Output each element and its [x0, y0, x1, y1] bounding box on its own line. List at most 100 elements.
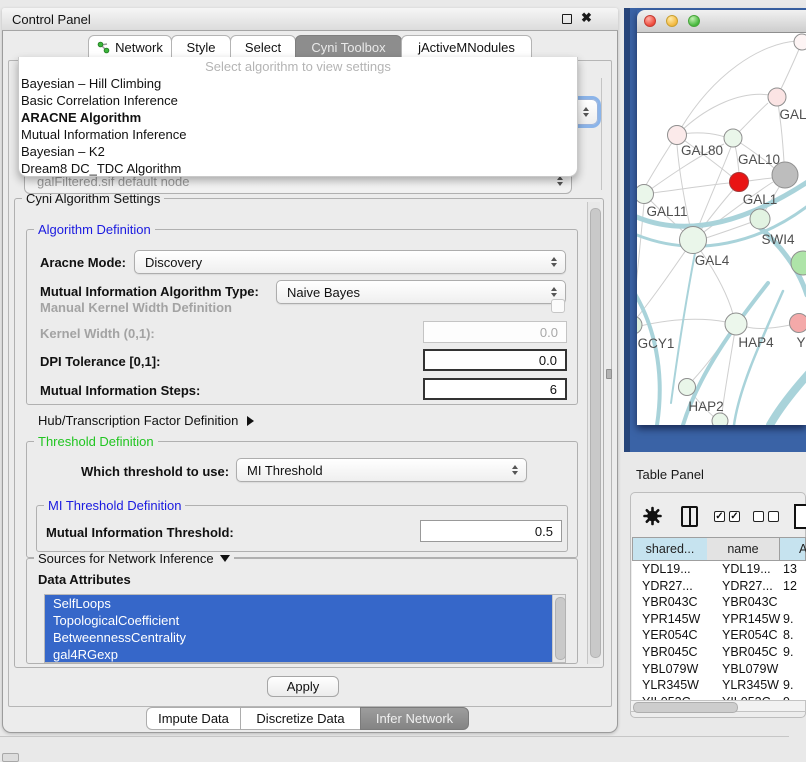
panel-splitter-handle[interactable]: [606, 369, 612, 379]
aracne-mode-label: Aracne Mode:: [40, 255, 126, 270]
data-attributes-list[interactable]: SelfLoops TopologicalCoefficient Between…: [44, 594, 566, 663]
mi-type-value: Naive Bayes: [287, 285, 360, 300]
mi-threshold-input[interactable]: 0.5: [420, 520, 562, 542]
kernel-width-input[interactable]: 0.0: [423, 321, 567, 343]
node-gcy1[interactable]: [637, 316, 642, 334]
apply-button[interactable]: Apply: [267, 676, 339, 697]
cell: 8.: [783, 628, 793, 642]
node-gal1[interactable]: [730, 173, 749, 192]
list-item[interactable]: TopologicalCoefficient: [45, 612, 558, 629]
attributes-scrollbar[interactable]: [552, 595, 565, 662]
node[interactable]: [712, 413, 728, 425]
unchecked-checkbox-icon[interactable]: [753, 511, 764, 522]
tab-infer-network[interactable]: Infer Network: [360, 707, 469, 730]
node-label: GAL11: [646, 204, 687, 219]
unchecked-checkbox-icon[interactable]: [768, 511, 779, 522]
document-icon[interactable]: [794, 504, 806, 529]
tab-cyni-toolbox[interactable]: Cyni Toolbox: [295, 35, 402, 59]
tab-discretize-data[interactable]: Discretize Data: [240, 707, 361, 730]
data-attributes-label: Data Attributes: [38, 572, 131, 587]
node-label: GAL1: [743, 192, 778, 207]
control-panel-titlebar[interactable]: [2, 8, 618, 31]
which-threshold-select[interactable]: MI Threshold: [236, 458, 527, 482]
table-row[interactable]: YPR145W YPR145W 9.: [632, 611, 806, 628]
mac-close-icon[interactable]: [644, 15, 656, 27]
column-header-partial[interactable]: A: [779, 537, 806, 561]
node-table[interactable]: YDL19... YDL19... 13 YDR27... YDR27... 1…: [632, 561, 806, 701]
mi-threshold-label: Mutual Information Threshold:: [46, 525, 234, 540]
column-header-shared[interactable]: shared...: [632, 537, 708, 561]
node-label: GAL80: [681, 143, 723, 158]
tab-jactivemnodules[interactable]: jActiveMNodules: [401, 35, 532, 59]
mac-minimize-icon[interactable]: [666, 15, 678, 27]
attributes-scrollbar-thumb[interactable]: [555, 597, 566, 660]
list-item[interactable]: gal4RGexp: [45, 646, 558, 663]
node[interactable]: [794, 34, 806, 50]
table-hscrollbar-thumb[interactable]: [633, 702, 738, 713]
node-y[interactable]: [790, 314, 806, 333]
hub-definition-toggle[interactable]: Hub/Transcription Factor Definition: [38, 413, 254, 428]
table-row[interactable]: YLR345W YLR345W 9.: [632, 677, 806, 694]
node-label: GAL10: [738, 152, 780, 167]
network-canvas[interactable]: GAL80 GAL GAL10 GAL1 GAL11 SWI4 GAL4 GCY…: [637, 33, 806, 425]
columns-icon[interactable]: [681, 506, 698, 527]
list-item[interactable]: SelfLoops: [45, 595, 558, 612]
dropdown-item-selected[interactable]: ARACNE Algorithm: [19, 109, 577, 126]
node-hap2[interactable]: [679, 379, 696, 396]
cell: YBR045C: [722, 645, 778, 659]
table-hscrollbar[interactable]: [630, 700, 806, 712]
chevron-updown-icon: [557, 176, 563, 186]
table-row[interactable]: YER054C YER054C 8.: [632, 627, 806, 644]
mi-threshold-legend: MI Threshold Definition: [44, 499, 185, 512]
node-gal4[interactable]: [680, 227, 707, 254]
aracne-mode-select[interactable]: Discovery: [134, 250, 566, 274]
close-icon[interactable]: ✖: [581, 10, 592, 26]
node-big-green[interactable]: [791, 251, 806, 275]
node-hap4[interactable]: [725, 313, 747, 335]
dropdown-item[interactable]: Bayesian – K2: [19, 143, 577, 160]
node-gal[interactable]: [768, 88, 786, 106]
dpi-tolerance-input[interactable]: 0.0: [423, 349, 567, 371]
tab-label: Discretize Data: [256, 711, 344, 726]
cell: YBR043C: [722, 595, 778, 609]
which-threshold-label: Which threshold to use:: [81, 464, 229, 479]
tab-impute-data[interactable]: Impute Data: [146, 707, 241, 730]
network-window-titlebar[interactable]: [637, 10, 806, 33]
table-row[interactable]: YBL079W YBL079W: [632, 661, 806, 678]
mi-steps-input[interactable]: 6: [423, 378, 567, 400]
node-gal80[interactable]: [668, 126, 687, 145]
table-row[interactable]: YDR27... YDR27... 12: [632, 578, 806, 595]
table-row[interactable]: YDL19... YDL19... 13: [632, 561, 806, 578]
cell: YER054C: [642, 628, 698, 642]
settings-scrollbar[interactable]: [587, 202, 600, 664]
dropdown-item[interactable]: Mutual Information Inference: [19, 126, 577, 143]
node-gal11[interactable]: [637, 185, 654, 204]
mac-zoom-icon[interactable]: [688, 15, 700, 27]
chevron-updown-icon: [551, 287, 557, 297]
node-label: HAP2: [688, 399, 723, 414]
node-swi4[interactable]: [750, 209, 770, 229]
manual-kernel-checkbox[interactable]: [551, 299, 565, 313]
tab-network[interactable]: Network: [88, 35, 172, 59]
column-header-name[interactable]: name: [707, 537, 780, 561]
checked-checkbox-icon[interactable]: ✓: [729, 511, 740, 522]
tab-select[interactable]: Select: [230, 35, 296, 59]
tab-label: Infer Network: [376, 711, 453, 726]
aracne-mode-value: Discovery: [145, 255, 202, 270]
checked-checkbox-icon[interactable]: ✓: [714, 511, 725, 522]
float-window-icon[interactable]: [562, 14, 572, 24]
sources-legend[interactable]: Sources for Network Inference: [34, 552, 234, 565]
dropdown-item[interactable]: Basic Correlation Inference: [19, 92, 577, 109]
dropdown-item[interactable]: Dream8 DC_TDC Algorithm: [19, 160, 577, 177]
table-row[interactable]: YBR043C YBR043C: [632, 594, 806, 611]
node-gal10[interactable]: [724, 129, 742, 147]
mi-type-label: Mutual Information Algorithm Type:: [40, 284, 259, 299]
table-row[interactable]: YBR045C YBR045C 9.: [632, 644, 806, 661]
mi-type-select[interactable]: Naive Bayes: [276, 280, 566, 304]
list-item[interactable]: BetweennessCentrality: [45, 629, 558, 646]
gear-icon[interactable]: [643, 506, 662, 526]
settings-scrollbar-thumb[interactable]: [590, 208, 601, 658]
corner-button[interactable]: [2, 753, 19, 762]
tab-style[interactable]: Style: [171, 35, 231, 59]
dropdown-item[interactable]: Bayesian – Hill Climbing: [19, 75, 577, 92]
